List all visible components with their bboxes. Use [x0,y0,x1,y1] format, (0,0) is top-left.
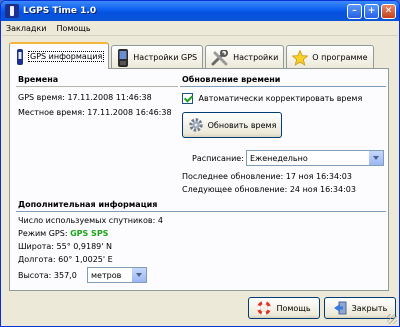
gps-device-icon [17,48,23,65]
exit-arrow-icon [333,301,347,315]
satellites-value: 4 [157,216,163,225]
altitude-row: Высота: 357,0 [18,271,77,280]
longitude-value: 60° 1,0025' E [58,255,113,264]
next-update-label: Следующее обновление: [182,185,288,194]
latitude-row: Широта: 55° 0,9189' N [18,242,112,251]
schedule-value: Еженедельно [250,153,308,163]
gps-time-row: GPS время: 17.11.2008 11:46:38 [18,93,152,102]
gear-icon [188,118,203,132]
auto-correct-option[interactable]: Автоматически корректировать время [182,93,362,104]
window-title: LGPS Time 1.0 [23,6,97,16]
lifebuoy-icon [257,301,272,315]
gps-time-label: GPS время: [18,93,65,102]
update-group: Обновление времени Автоматически коррект… [180,75,386,195]
menu-bar: Закладки Помощь [2,21,398,36]
minimize-icon: – [352,5,357,16]
auto-correct-checkbox[interactable] [182,93,193,104]
altitude-value: 357,0 [53,271,77,280]
extra-info-title: Дополнительная информация [18,200,158,209]
altitude-label: Высота: [18,271,52,280]
title-bar[interactable]: LGPS Time 1.0 – + ✕ [1,1,399,21]
update-time-label: Обновить время [207,120,277,130]
altitude-unit-value: метров [91,270,122,280]
auto-correct-label: Автоматически корректировать время [198,94,363,103]
close-button[interactable]: Закрыть [324,297,396,319]
gps-info-panel: Времена GPS время: 17.11.2008 11:46:38 М… [9,68,389,291]
menu-help[interactable]: Помощь [56,24,90,33]
help-button[interactable]: Помощь [248,297,320,319]
schedule-label: Расписание: [192,154,244,163]
satellites-label: Число используемых спутников: [18,216,156,225]
update-group-title: Обновление времени [182,75,281,84]
gps-time-value: 17.11.2008 11:46:38 [67,93,152,102]
local-time-label: Местное время: [18,108,85,117]
altitude-unit-select[interactable]: метров [87,267,147,283]
app-window: LGPS Time 1.0 – + ✕ Закладки Помощь GPS … [0,0,400,327]
next-update-value: 24 ноя 16:34:03 [289,185,356,194]
close-icon: ✕ [384,5,393,16]
last-update-row: Последнее обновление: 17 ноя 16:34:03 [182,172,352,181]
tab-settings-label: Настройки [233,53,279,62]
star-icon [292,49,309,66]
extra-info-divider [16,211,386,212]
phone-icon [118,48,129,67]
close-window-button[interactable]: ✕ [381,3,396,19]
next-update-row: Следующее обновление: 24 ноя 16:34:03 [182,185,356,194]
tab-settings[interactable]: Настройки [205,45,285,69]
last-update-value: 17 ноя 16:34:03 [285,172,352,181]
help-label: Помощь [276,303,311,313]
longitude-label: Долгота: [18,255,56,264]
times-group-title: Времена [18,75,59,84]
local-time-value: 17.11.2008 16:46:38 [87,108,172,117]
close-label: Закрыть [351,303,388,313]
latitude-label: Широта: [18,242,54,251]
tab-strip: GPS информация Настройки GPS Настройки О… [9,42,376,69]
tab-gps-settings-label: Настройки GPS [133,53,198,62]
times-group-divider [16,86,178,87]
gps-mode-value: GPS SPS [70,229,109,238]
resize-grip[interactable] [387,314,397,324]
menu-bookmarks[interactable]: Закладки [6,24,46,33]
extra-info-group: Дополнительная информация Число использу… [16,200,386,288]
chevron-down-icon[interactable] [368,151,383,165]
tab-gps-info-label: GPS информация [27,51,105,62]
longitude-row: Долгота: 60° 1,0025' E [18,255,113,264]
maximize-button[interactable]: + [364,3,379,19]
minimize-button[interactable]: – [347,3,362,19]
latitude-value: 55° 0,9189' N [56,242,112,251]
tab-gps-settings[interactable]: Настройки GPS [111,45,204,69]
update-time-button[interactable]: Обновить время [182,112,282,138]
maximize-icon: + [367,5,376,16]
satellites-row: Число используемых спутников: 4 [18,216,163,225]
tools-icon [211,49,229,65]
times-group: Времена GPS время: 17.11.2008 11:46:38 М… [16,75,178,195]
gps-mode-label: Режим GPS: [18,229,68,238]
local-time-row: Местное время: 17.11.2008 16:46:38 [18,108,172,117]
gps-mode-row: Режим GPS: GPS SPS [18,229,108,238]
chevron-down-icon[interactable] [131,268,146,282]
tab-about[interactable]: О программе [286,45,374,69]
app-icon [5,4,19,18]
update-group-divider [180,86,386,87]
tab-gps-info[interactable]: GPS информация [9,42,110,69]
tab-about-label: О программе [312,53,368,62]
schedule-select[interactable]: Еженедельно [246,150,384,166]
last-update-label: Последнее обновление: [182,172,284,181]
